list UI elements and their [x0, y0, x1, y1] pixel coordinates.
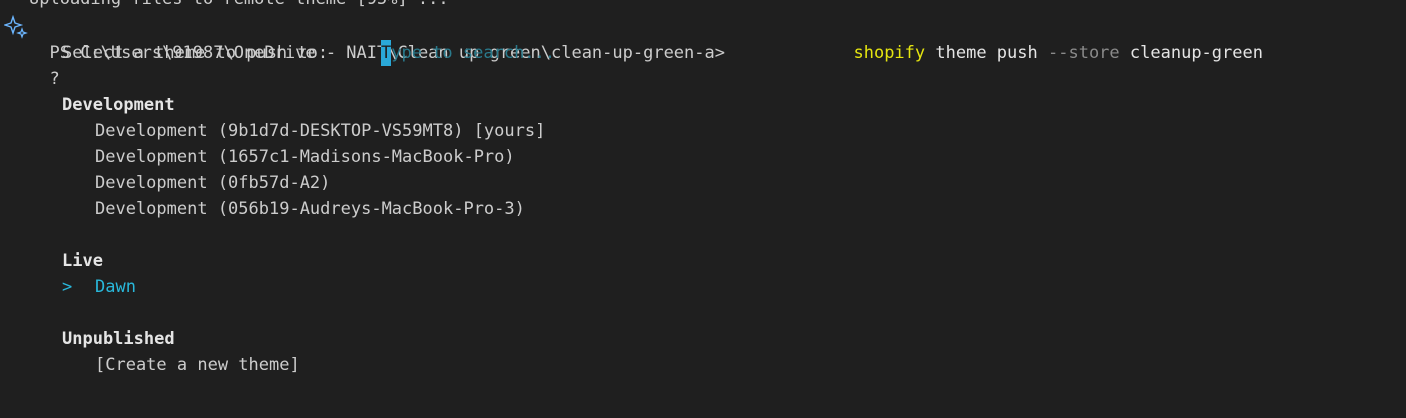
- group-title-development: Development: [62, 95, 175, 115]
- search-placeholder: ype to search...: [391, 43, 556, 63]
- sparkle-icon[interactable]: [4, 15, 28, 39]
- group-title-live: Live: [62, 251, 103, 271]
- text-cursor: T: [381, 40, 392, 66]
- theme-option-selected[interactable]: Dawn: [95, 274, 136, 300]
- question-line: ?: [29, 40, 59, 89]
- theme-option[interactable]: Development (056b19-Audreys-MacBook-Pro-…: [95, 196, 525, 222]
- theme-option[interactable]: Development (9b1d7d-DESKTOP-VS59MT8) [yo…: [95, 118, 545, 144]
- command-flag-value: cleanup-green: [1129, 43, 1263, 63]
- command-program: shopify: [853, 43, 926, 63]
- command-flag: --store: [1048, 43, 1120, 63]
- create-new-theme-option[interactable]: [Create a new theme]: [95, 352, 300, 378]
- command-line: PS C:\Users\91987\OneDrive - NAIT\Clean …: [29, 14, 725, 63]
- theme-option[interactable]: Development (1657c1-Madisons-MacBook-Pro…: [95, 144, 515, 170]
- question-mark: ?: [49, 69, 60, 89]
- theme-option[interactable]: Development (0fb57d-A2): [95, 170, 330, 196]
- upload-progress-line: Uploading files to remote theme [95%] ..…: [29, 0, 449, 12]
- group-title-unpublished: Unpublished: [62, 329, 175, 349]
- search-input[interactable]: Type to search...: [381, 40, 555, 66]
- command-args: theme push: [935, 43, 1038, 63]
- command-text: shopify theme push --store cleanup-green: [833, 14, 1262, 63]
- question-text: Select a theme to push to:: [62, 43, 329, 63]
- selection-indicator: >: [62, 277, 73, 297]
